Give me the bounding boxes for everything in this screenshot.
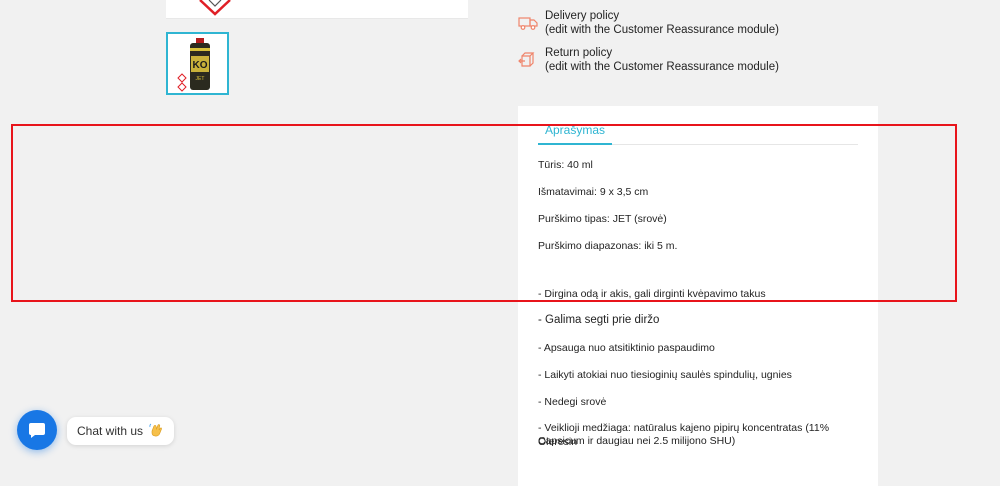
pepper-spray-product-thumbnail: KO JET [177,38,210,92]
chat-label: Chat with us [77,424,144,438]
chat-with-us-bubble[interactable]: Chat with us [67,417,175,445]
reassurance-return-title: Return policy [545,47,613,59]
chat-launcher-button[interactable] [17,410,57,450]
description-line-spray-range: Purškimo diapazonas: iki 5 m. [538,240,678,252]
thumbnail-label: KO [193,60,208,71]
waving-hand-icon [149,423,163,437]
description-bullet-irritates: - Dirgina odą ir akis, gali dirginti kvė… [538,288,766,300]
description-bullet-safety: - Apsauga nuo atsitiktinio paspaudimo [538,342,715,354]
description-bullet-non-flammable: - Nedegi srovė [538,396,607,408]
description-bullet-storage: - Laikyti atokiai nuo tiesioginių saulės… [538,369,792,381]
reassurance-delivery-subtitle: (edit with the Customer Reassurance modu… [545,24,779,36]
product-description-panel: Aprašymas Tūris: 40 ml Išmatavimai: 9 x … [518,106,878,486]
description-bullet-active-ingredient-cont: Capsicum ir daugiau nei 2.5 milijono SHU… [538,435,736,447]
chat-icon [29,423,45,438]
description-line-volume: Tūris: 40 ml [538,159,593,171]
description-line-spray-type: Purškimo tipas: JET (srovė) [538,213,667,225]
reassurance-delivery-title: Delivery policy [545,10,620,22]
tab-description[interactable]: Aprašymas [538,120,612,145]
truck-icon [518,17,538,30]
reassurance-return-subtitle: (edit with the Customer Reassurance modu… [545,61,779,73]
thumbnail-sublabel: JET [196,76,205,82]
description-bullet-belt-clip: - Galima segti prie diržo [538,314,660,326]
hazard-diamond-icon [199,0,231,16]
return-box-icon [518,52,535,67]
description-line-dimensions: Išmatavimai: 9 x 3,5 cm [538,186,649,198]
description-tabs: Aprašymas [538,120,858,145]
product-thumbnail[interactable]: KO JET [166,32,229,95]
